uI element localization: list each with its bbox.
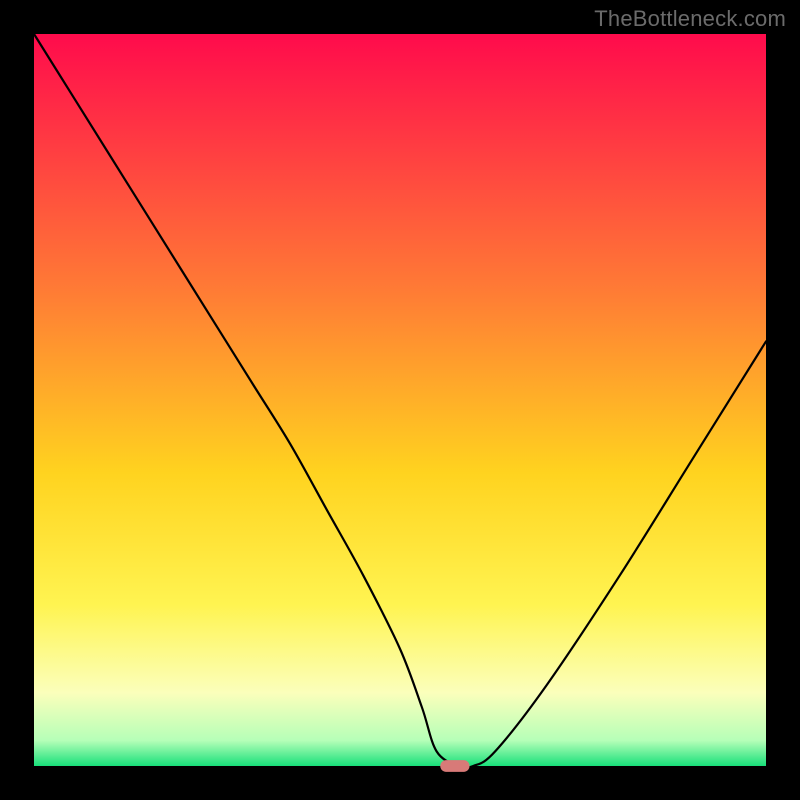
bottleneck-chart xyxy=(0,0,800,800)
watermark-text: TheBottleneck.com xyxy=(594,6,786,32)
chart-container: TheBottleneck.com xyxy=(0,0,800,800)
plot-background xyxy=(34,34,766,766)
optimal-marker xyxy=(440,760,469,772)
